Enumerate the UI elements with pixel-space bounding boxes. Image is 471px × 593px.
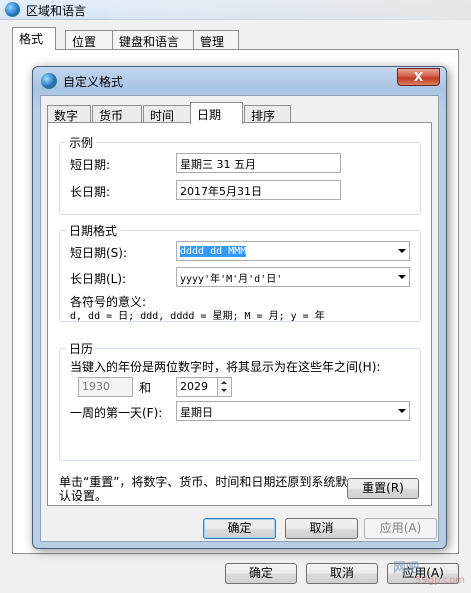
- tab-time[interactable]: 时间: [143, 105, 191, 123]
- globe-icon: [5, 2, 20, 17]
- close-button[interactable]: X: [397, 68, 440, 86]
- tab-currency[interactable]: 货币: [92, 105, 142, 123]
- calendar-group: 日历 当键入的年份是两位数字时，将其显示为在这些年之间(H): 1930 和 2…: [59, 340, 421, 461]
- date-formats-group: 日期格式 短日期(S): dddd dd MMM 长日期(L): yyyy'年'…: [59, 222, 421, 322]
- chevron-down-icon[interactable]: [398, 409, 406, 413]
- short-date-example-label: 短日期:: [70, 158, 111, 172]
- tab-keyboards-languages[interactable]: 键盘和语言: [112, 30, 194, 49]
- short-date-example-field: 星期三 31 五月: [176, 153, 341, 173]
- tab-numbers[interactable]: 数字: [47, 105, 91, 123]
- ok-button[interactable]: 确定: [203, 518, 276, 539]
- outer-ok-button[interactable]: 确定: [225, 563, 297, 584]
- tab-sort[interactable]: 排序: [244, 105, 291, 123]
- spin-down-icon[interactable]: [221, 389, 227, 392]
- long-date-format-value[interactable]: yyyy'年'M'月'd'日': [180, 274, 282, 285]
- chevron-down-icon[interactable]: [398, 249, 406, 253]
- date-formats-group-title: 日期格式: [66, 222, 121, 239]
- first-day-label: 一周的第一天(F):: [70, 406, 163, 420]
- outer-cancel-button[interactable]: 取消: [306, 563, 378, 584]
- first-day-value[interactable]: 星期日: [180, 406, 213, 419]
- long-date-format-label: 长日期(L):: [70, 272, 127, 286]
- short-date-format-value[interactable]: dddd dd MMM: [180, 246, 247, 257]
- outer-apply-button[interactable]: 应用(A): [387, 563, 459, 584]
- calendar-group-title: 日历: [66, 340, 97, 357]
- customize-format-dialog: 自定义格式 X 数字 货币 时间 日期 排序 示例 短日期: 星期三 31 五月…: [32, 66, 447, 549]
- outer-titlebar: 区域和语言: [0, 0, 471, 20]
- long-date-format-combo[interactable]: yyyy'年'M'月'd'日': [176, 267, 410, 287]
- date-tab-panel: 示例 短日期: 星期三 31 五月 长日期: 2017年5月31日 日期格式 短…: [47, 122, 432, 506]
- examples-group: 示例 短日期: 星期三 31 五月 长日期: 2017年5月31日: [59, 134, 421, 215]
- tab-date[interactable]: 日期: [190, 102, 243, 124]
- globe-icon: [41, 73, 57, 89]
- tab-formats[interactable]: 格式: [12, 27, 56, 50]
- outer-titlebar-faded: [110, 0, 471, 20]
- spin-buttons[interactable]: [217, 378, 231, 396]
- chevron-down-icon[interactable]: [398, 275, 406, 279]
- dialog-title: 自定义格式: [63, 75, 124, 89]
- cancel-button[interactable]: 取消: [285, 518, 358, 539]
- short-date-format-label: 短日期(S):: [70, 246, 128, 260]
- tab-administrative[interactable]: 管理: [193, 30, 239, 49]
- long-date-example-field: 2017年5月31日: [176, 180, 341, 200]
- year-to-value[interactable]: 2029: [180, 380, 208, 393]
- short-date-format-combo[interactable]: dddd dd MMM: [176, 241, 410, 261]
- two-digit-year-label: 当键入的年份是两位数字时，将其显示为在这些年之间(H):: [70, 360, 381, 374]
- examples-group-title: 示例: [66, 134, 97, 151]
- spin-up-icon[interactable]: [221, 381, 227, 384]
- apply-button: 应用(A): [364, 518, 437, 539]
- long-date-example-label: 长日期:: [70, 185, 111, 199]
- year-to-spinner[interactable]: 2029: [176, 377, 232, 397]
- first-day-combo[interactable]: 星期日: [176, 401, 410, 421]
- reset-button[interactable]: 重置(R): [347, 478, 419, 499]
- and-label: 和: [139, 381, 152, 395]
- tab-location[interactable]: 位置: [65, 30, 113, 49]
- outer-window-title: 区域和语言: [26, 4, 87, 18]
- symbols-legend-text: d, dd = 日; ddd, dddd = 星期; M = 月; y = 年: [70, 311, 325, 322]
- dialog-body: 数字 货币 时间 日期 排序 示例 短日期: 星期三 31 五月 长日期: 20…: [40, 95, 439, 542]
- reset-description: 单击“重置”，将数字、货币、时间和日期还原到系统默认设置。: [59, 475, 348, 503]
- year-from-field: 1930: [78, 377, 133, 397]
